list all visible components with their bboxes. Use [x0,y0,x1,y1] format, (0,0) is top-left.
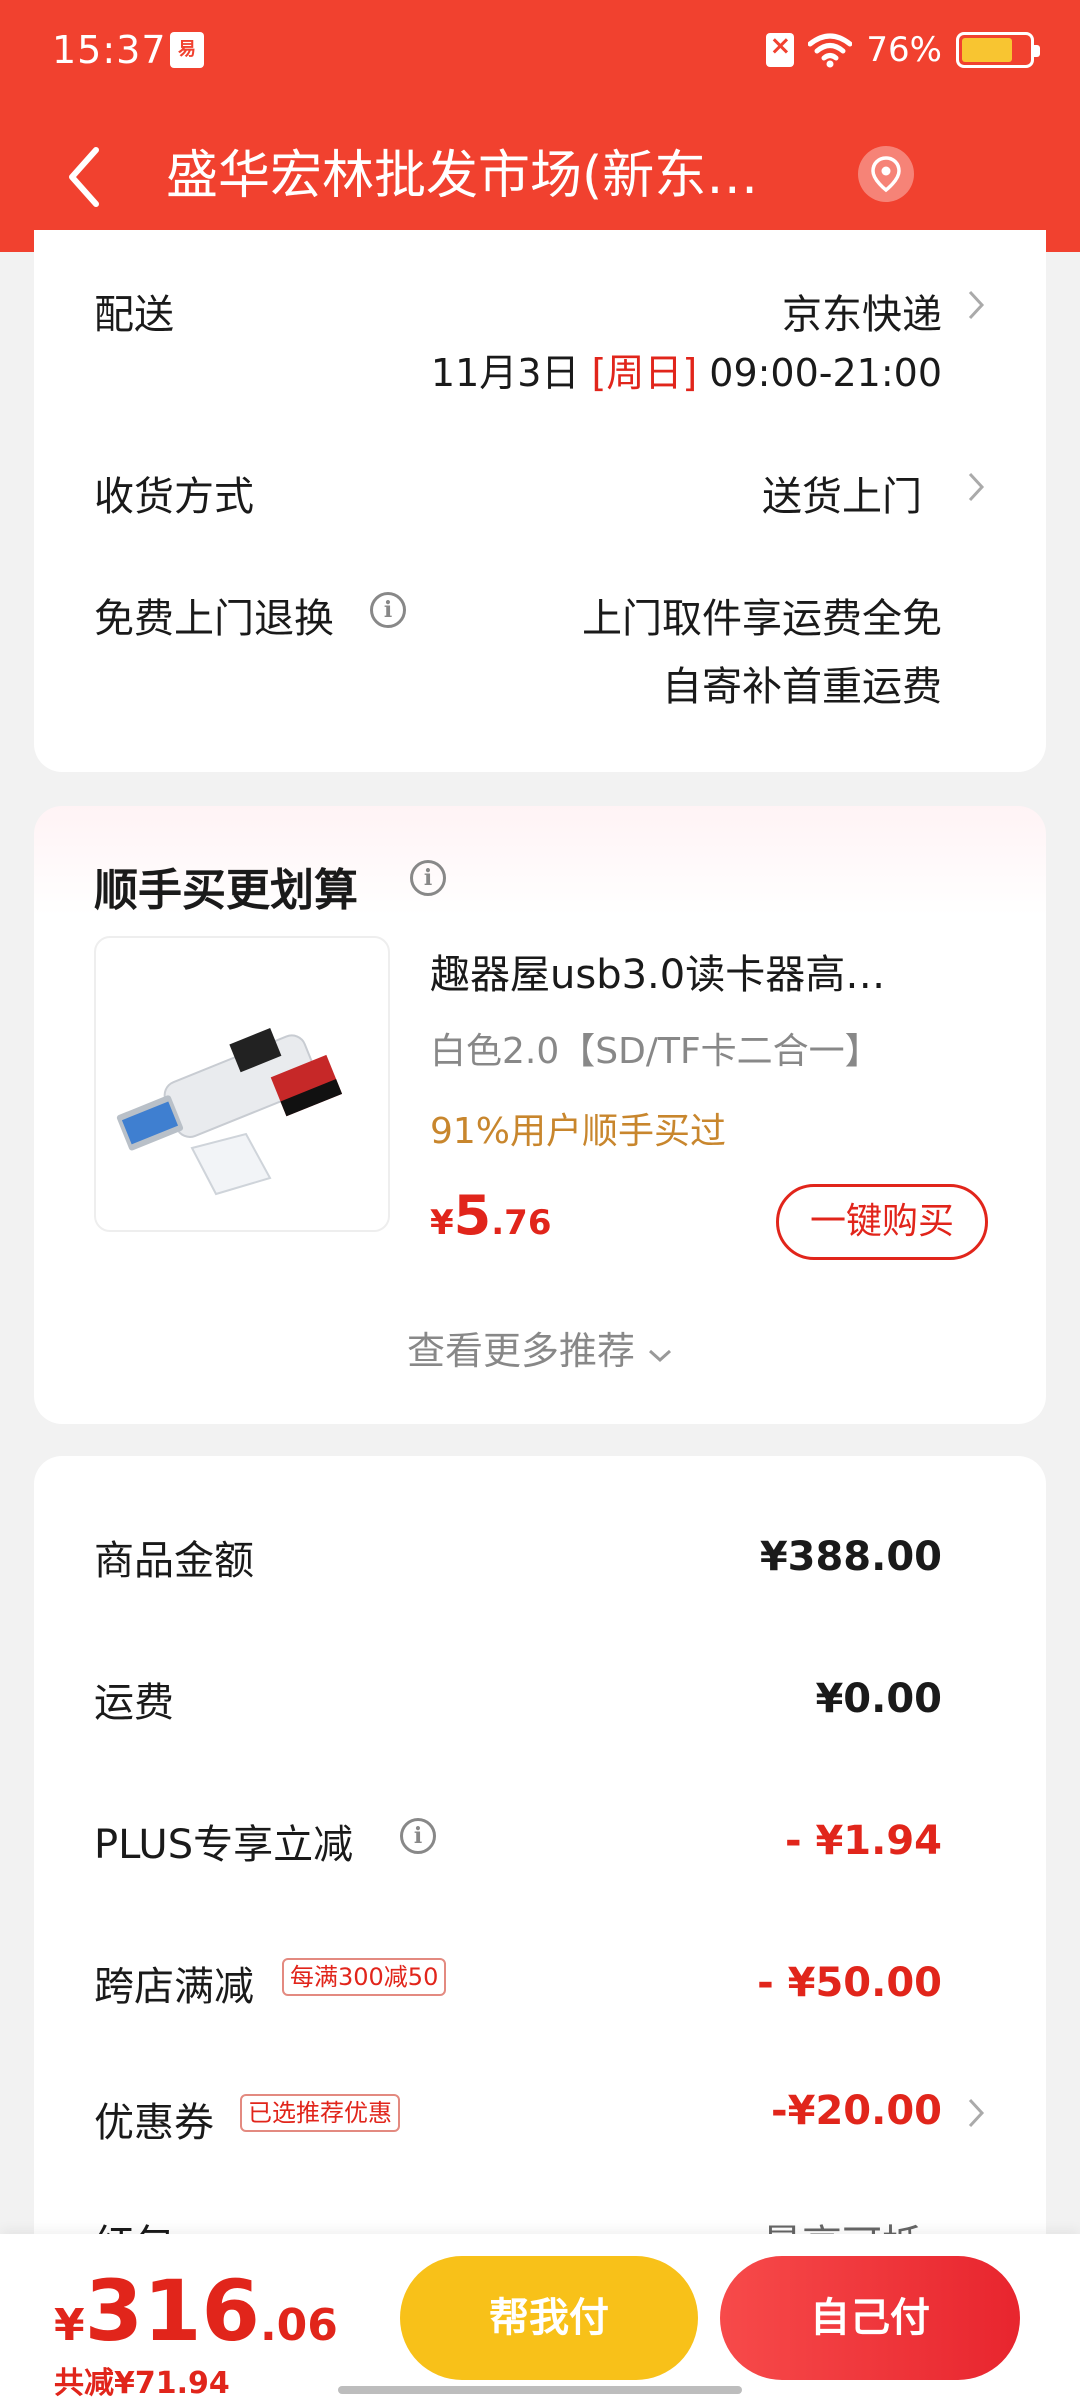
delivery-label: 配送 [94,292,174,338]
delivery-time: 11月3日 [周日] 09:00-21:00 [431,342,942,397]
delivery-weekday: [周日] [591,351,698,395]
product-price: ¥5.76 [430,1184,551,1247]
shipping-fee-value: ¥0.00 [815,1676,942,1722]
status-right-group: 76% [766,28,1040,72]
delivery-card: 配送 京东快递 11月3日 [周日] 09:00-21:00 收货方式 送货上门… [34,230,1046,772]
plus-discount-value: - ¥1.94 [784,1818,942,1864]
delivery-carrier: 京东快递 [782,292,942,338]
coupon-label: 优惠券 [94,2100,214,2146]
back-arrow-icon[interactable] [58,142,118,212]
nav-bar: 盛华宏林批发市场(新东… [0,120,1080,230]
more-recommend-label: 查看更多推荐 [406,1329,635,1373]
free-return-label: 免费上门退换 [94,596,334,642]
coupon-tag: 已选推荐优惠 [240,2094,400,2132]
free-return-line2: 自寄补首重运费 [662,664,942,710]
info-icon[interactable]: i [400,1818,436,1854]
battery-level-fill [962,38,1013,62]
goods-amount-label: 商品金额 [94,1538,254,1584]
product-name[interactable]: 趣器屋usb3.0读卡器高… [430,942,960,1000]
checkout-bar: ¥316.06 共减¥71.94 帮我付 自己付 [0,2234,1080,2400]
price-integer: 5 [453,1184,492,1247]
receive-method-label: 收货方式 [94,474,254,520]
total-price: ¥316.06 [54,2262,338,2360]
status-bar: 15:37 易 76% [0,0,1080,100]
help-me-pay-button[interactable]: 帮我付 [400,2256,698,2380]
cross-store-value: - ¥50.00 [757,1960,942,2006]
product-spec: 白色2.0【SD/TF卡二合一】 [430,1031,881,1072]
home-indicator[interactable] [338,2386,742,2394]
more-recommend-link[interactable]: 查看更多推荐 [34,1320,1046,1375]
price-decimal: .76 [491,1203,552,1243]
location-pin-icon[interactable] [858,146,914,202]
store-address-title[interactable]: 盛华宏林批发市场(新东… [166,144,846,208]
plus-discount-label: PLUS专享立减 [94,1822,354,1868]
card-reader-image [116,1027,343,1196]
coupon-value: -¥20.00 [771,2088,942,2134]
product-image[interactable] [94,936,390,1232]
no-sim-icon [766,31,795,67]
delivery-window: 09:00-21:00 [709,351,942,395]
total-price-symbol: ¥ [54,2300,85,2351]
shipping-fee-label: 运费 [94,1680,174,1726]
total-price-integer: 316 [84,2262,260,2360]
chevron-down-icon [649,1349,672,1363]
battery-icon [956,32,1040,68]
status-time: 15:37 [52,28,167,72]
wifi-icon [808,33,853,68]
notification-app-icon: 易 [170,32,204,68]
info-icon[interactable]: i [370,592,406,628]
chevron-right-icon [968,2098,985,2128]
total-saving[interactable]: 共减¥71.94 [54,2358,230,2400]
delivery-date: 11月3日 [430,351,580,395]
battery-percent: 76% [866,30,942,70]
recommend-title: 顺手买更划算 [94,865,358,916]
app-header: 15:37 易 76% 盛华宏林批发市场(新东… [0,0,1080,252]
total-price-decimal: .06 [259,2300,338,2351]
free-return-line1: 上门取件享运费全免 [582,596,942,642]
one-click-buy-button[interactable]: 一键购买 [776,1184,988,1260]
cross-store-tag: 每满300减50 [282,1958,447,1996]
chevron-right-icon [968,290,985,320]
receive-method-value: 送货上门 [762,474,922,520]
product-buy-rate: 91%用户顺手买过 [430,1111,727,1152]
cross-store-label: 跨店满减 [94,1964,254,2010]
recommend-card: 顺手买更划算 i 趣器屋usb3.0读卡器高… 白色2.0【SD/TF卡二合一】… [34,806,1046,1424]
price-symbol: ¥ [430,1203,454,1243]
chevron-right-icon [968,472,985,502]
goods-amount-value: ¥388.00 [759,1534,942,1580]
info-icon[interactable]: i [410,860,446,896]
pay-myself-button[interactable]: 自己付 [720,2256,1020,2380]
